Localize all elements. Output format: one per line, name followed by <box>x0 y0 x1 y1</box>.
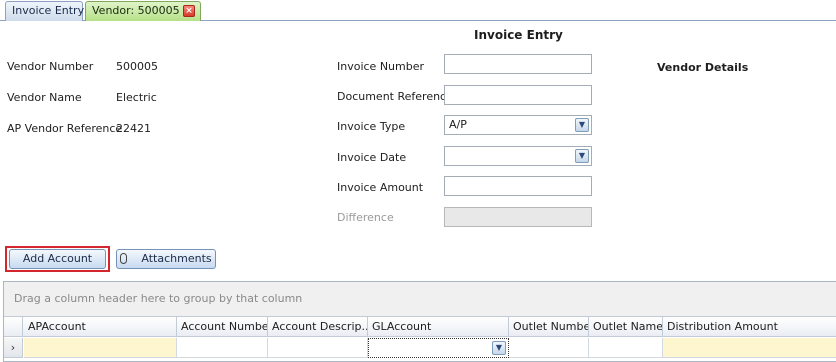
invoice-date-label: Invoice Date <box>337 151 407 164</box>
tab-label: Vendor: 500005 <box>92 4 180 17</box>
vendor-name-label: Vendor Name <box>7 91 82 104</box>
invoice-number-field[interactable] <box>444 54 592 74</box>
chevron-down-icon[interactable]: ▼ <box>575 149 589 163</box>
document-reference-field[interactable] <box>444 85 592 105</box>
vendor-name-value: Electric <box>116 91 157 104</box>
cell-outlet-name[interactable] <box>589 338 663 358</box>
invoice-date-picker[interactable]: ▼ <box>444 146 592 166</box>
column-header-account-number[interactable]: Account Number <box>177 317 268 336</box>
grid-header: APAccount Account Number Account Descrip… <box>4 316 836 337</box>
column-header-outlet-name[interactable]: Outlet Name <box>589 317 663 336</box>
column-header-outlet-number[interactable]: Outlet Number <box>509 317 589 336</box>
paperclip-icon <box>120 253 128 264</box>
column-header-glaccount[interactable]: GLAccount <box>368 317 509 336</box>
column-header-account-description[interactable]: Account Descrip... <box>268 317 368 336</box>
attachments-label: Attachments <box>141 252 212 265</box>
group-by-hint: Drag a column header here to group by th… <box>14 292 303 305</box>
cell-outlet-number[interactable] <box>509 338 589 358</box>
cell-apaccount[interactable] <box>24 338 177 358</box>
invoice-number-label: Invoice Number <box>337 60 425 73</box>
invoice-type-select[interactable]: A/P ▼ <box>444 115 592 135</box>
cell-glaccount[interactable]: ▼ <box>368 338 509 358</box>
invoice-amount-field[interactable] <box>444 176 592 196</box>
ap-vendor-reference-value: 22421 <box>116 122 151 135</box>
tab-strip: Invoice Entry Vendor: 500005 × <box>0 0 836 21</box>
cell-account-description[interactable] <box>268 338 368 358</box>
column-header-distribution-amount[interactable]: Distribution Amount <box>663 317 836 336</box>
close-icon[interactable]: × <box>183 5 195 17</box>
distribution-grid: Drag a column header here to group by th… <box>3 281 836 362</box>
chevron-down-icon[interactable]: ▼ <box>492 341 506 355</box>
cell-account-number[interactable] <box>177 338 268 358</box>
chevron-down-icon[interactable]: ▼ <box>575 118 589 132</box>
cell-distribution-amount[interactable] <box>663 338 836 358</box>
vendor-number-label: Vendor Number <box>7 60 94 73</box>
column-header-apaccount[interactable]: APAccount <box>24 317 177 336</box>
tab-label: Invoice Entry <box>12 4 85 17</box>
add-account-button[interactable]: Add Account <box>9 249 106 269</box>
attachments-button[interactable]: Attachments <box>116 249 216 269</box>
tab-vendor[interactable]: Vendor: 500005 × <box>85 1 201 21</box>
group-by-panel[interactable]: Drag a column header here to group by th… <box>4 282 836 316</box>
table-row[interactable]: › ▼ <box>4 338 836 358</box>
vendor-details-heading: Vendor Details <box>657 61 749 74</box>
add-account-label: Add Account <box>22 252 93 265</box>
vendor-number-value: 500005 <box>116 60 158 73</box>
tab-invoice-entry[interactable]: Invoice Entry <box>5 1 85 21</box>
invoice-type-value: A/P <box>449 118 467 131</box>
page-title: Invoice Entry <box>474 28 563 42</box>
invoice-type-label: Invoice Type <box>337 120 406 133</box>
difference-field <box>444 207 592 227</box>
header-indicator-cell <box>4 317 23 336</box>
invoice-amount-label: Invoice Amount <box>337 181 424 194</box>
document-reference-label: Document Reference <box>337 90 453 103</box>
ap-vendor-reference-label: AP Vendor Reference <box>7 122 123 135</box>
difference-label: Difference <box>337 211 394 224</box>
chevron-right-icon: › <box>4 338 23 358</box>
